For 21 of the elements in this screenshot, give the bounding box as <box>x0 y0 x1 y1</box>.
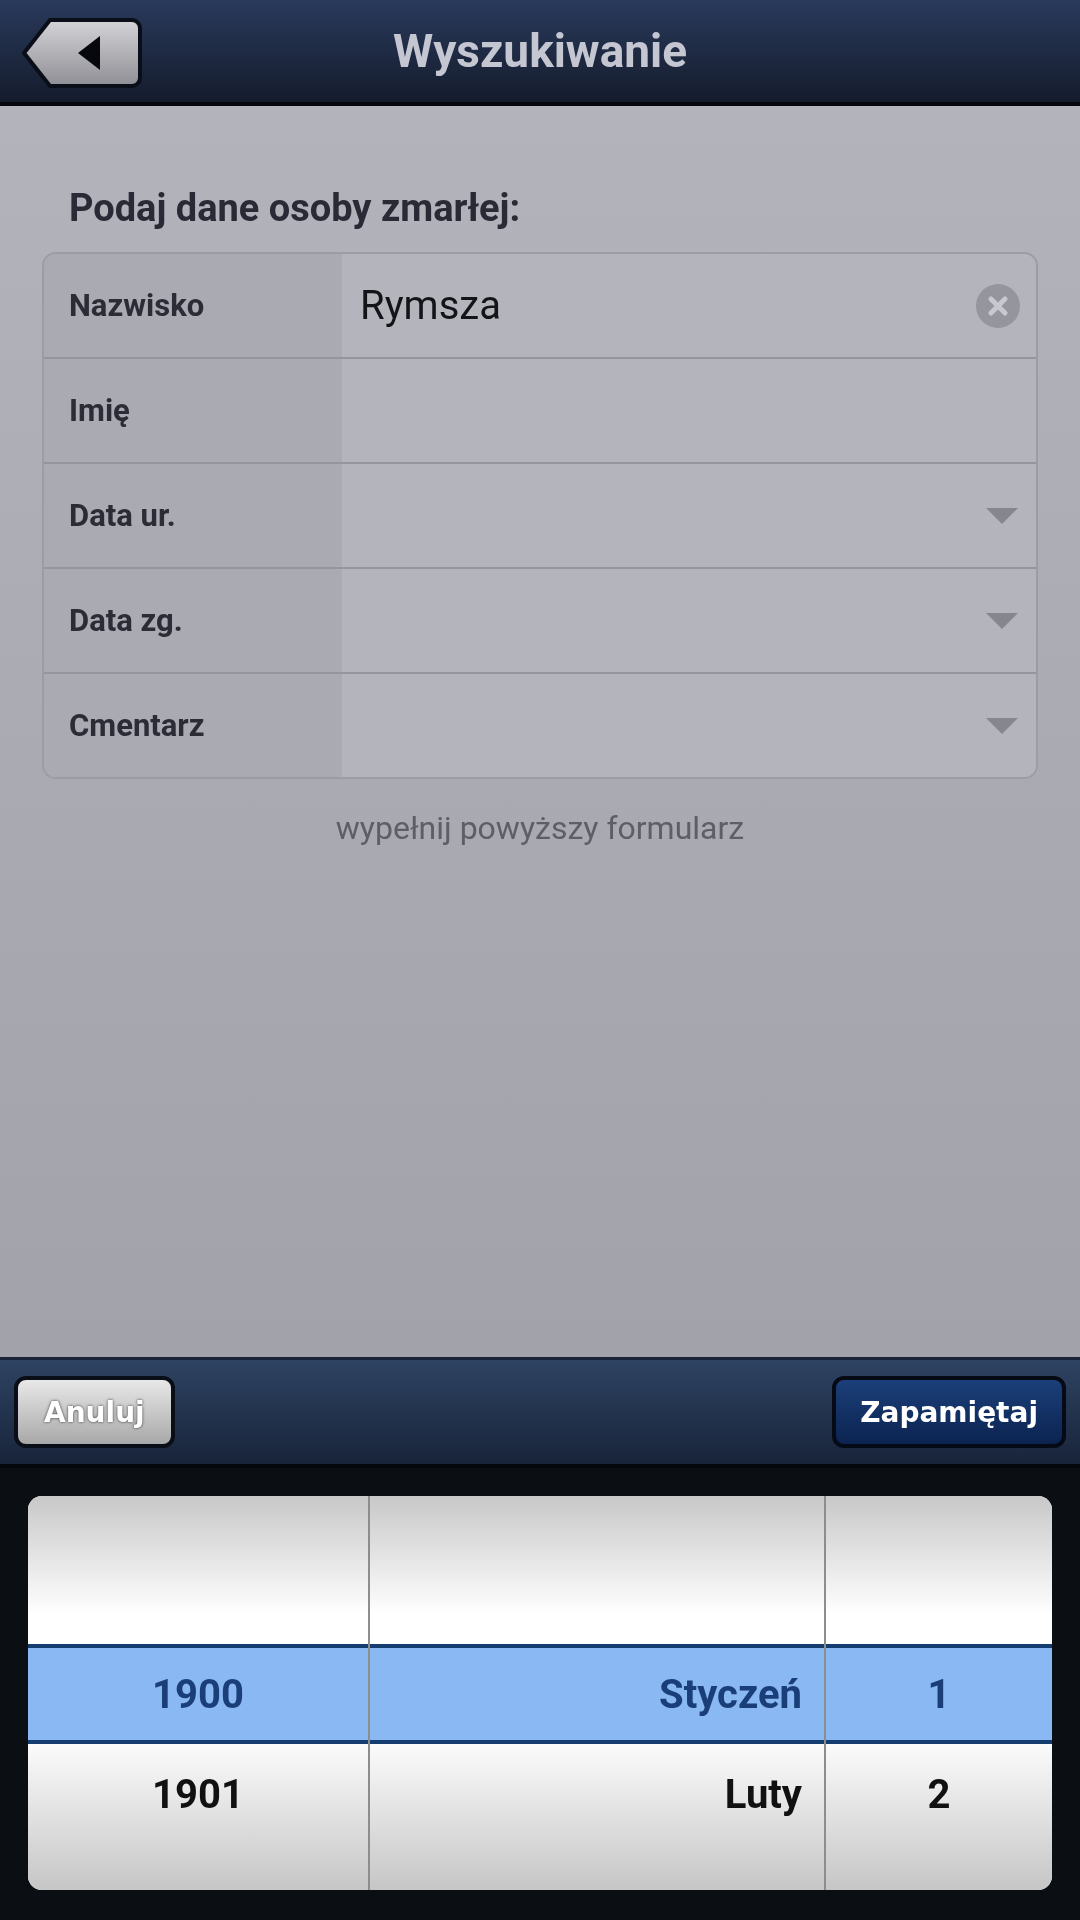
picker-option[interactable]: Styczeń <box>370 1644 824 1744</box>
clear-icon[interactable] <box>976 283 1020 328</box>
picker-option[interactable]: 1901 <box>28 1744 368 1844</box>
back-button[interactable] <box>20 16 142 90</box>
field-label: Data zg. <box>44 569 342 672</box>
caret-icon <box>984 610 1020 631</box>
picker-option[interactable]: 1 <box>826 1644 1052 1744</box>
caret-icon <box>984 715 1020 736</box>
field-label: Cmentarz <box>44 674 342 777</box>
field-label: Nazwisko <box>44 254 342 357</box>
caret-icon <box>984 505 1020 526</box>
picker-option[interactable]: 2 <box>826 1744 1052 1844</box>
field-label: Imię <box>44 359 342 462</box>
screen-title: Wyszukiwanie <box>392 24 688 78</box>
form-hint: wypełnij powyższy formularz <box>334 809 746 847</box>
form-heading: Podaj dane osoby zmarłej: <box>69 186 522 230</box>
save-button[interactable]: Zapamiętaj <box>832 1376 1066 1448</box>
picker-option[interactable]: Luty <box>370 1744 824 1844</box>
date-picker[interactable]: 1900 1901 Styczeń Luty 1 2 <box>28 1496 1052 1890</box>
picker-option[interactable]: 1900 <box>28 1644 368 1744</box>
field-label: Data ur. <box>44 464 342 567</box>
